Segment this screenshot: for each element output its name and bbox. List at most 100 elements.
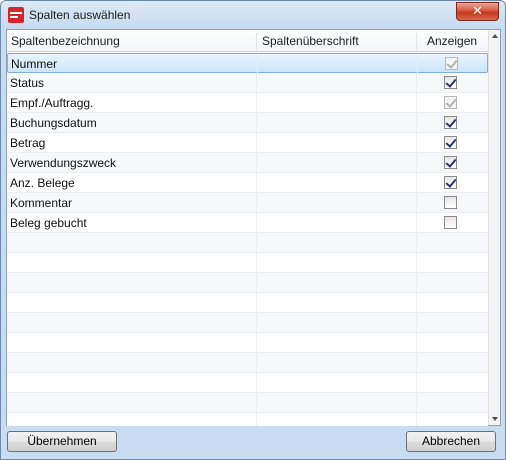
cell-divider — [256, 133, 257, 153]
scroll-down-icon[interactable] — [492, 417, 498, 421]
table-row[interactable]: Anz. Belege — [7, 173, 488, 193]
show-checkbox[interactable] — [444, 136, 457, 149]
column-caption-cell[interactable] — [262, 193, 412, 213]
cell-divider — [416, 413, 417, 426]
cell-divider — [256, 333, 257, 353]
empty-row — [7, 373, 488, 393]
show-checkbox[interactable] — [444, 196, 457, 209]
table-row[interactable]: Buchungsdatum — [7, 113, 488, 133]
column-name-cell: Nummer — [11, 57, 58, 71]
cell-divider — [417, 54, 418, 74]
scroll-up-icon[interactable] — [492, 34, 498, 38]
cell-divider — [256, 253, 257, 273]
table-row[interactable]: Nummer — [7, 53, 488, 74]
show-checkbox[interactable] — [444, 176, 457, 189]
table-row[interactable]: Verwendungszweck — [7, 153, 488, 173]
cell-divider — [416, 313, 417, 333]
cell-divider — [416, 273, 417, 293]
show-checkbox[interactable] — [444, 76, 457, 89]
empty-row — [7, 333, 488, 353]
cell-divider — [256, 93, 257, 113]
cell-divider — [256, 313, 257, 333]
vertical-scrollbar[interactable] — [488, 30, 500, 425]
column-caption-cell[interactable] — [262, 113, 412, 133]
cell-divider — [416, 173, 417, 193]
cell-divider — [256, 273, 257, 293]
show-checkbox — [444, 96, 457, 109]
column-caption-cell[interactable] — [262, 213, 412, 233]
column-caption-cell[interactable] — [262, 173, 412, 193]
cell-divider — [416, 73, 417, 93]
table-row[interactable]: Betrag — [7, 133, 488, 153]
column-divider[interactable] — [416, 33, 417, 50]
cell-divider — [256, 393, 257, 413]
close-icon: ✕ — [472, 4, 483, 19]
empty-row — [7, 273, 488, 293]
table-row[interactable]: Empf./Auftragg. — [7, 93, 488, 113]
empty-row — [7, 393, 488, 413]
empty-row — [7, 413, 488, 426]
table-row[interactable]: Beleg gebucht — [7, 213, 488, 233]
cell-divider — [256, 373, 257, 393]
empty-row — [7, 313, 488, 333]
cell-divider — [416, 93, 417, 113]
column-caption-cell[interactable] — [262, 153, 412, 173]
cell-divider — [256, 213, 257, 233]
column-name-cell: Verwendungszweck — [10, 156, 117, 170]
cell-divider — [416, 233, 417, 253]
cell-divider — [416, 373, 417, 393]
cell-divider — [416, 213, 417, 233]
cell-divider — [256, 193, 257, 213]
show-checkbox[interactable] — [444, 216, 457, 229]
title-bar[interactable]: Spalten auswählen ✕ — [1, 1, 505, 29]
empty-row — [7, 253, 488, 273]
table-header: Spaltenbezeichnung Spaltenüberschrift An… — [7, 30, 488, 52]
dialog-window: Spalten auswählen ✕ Spaltenbezeichnung S… — [0, 0, 506, 460]
column-table: Spaltenbezeichnung Spaltenüberschrift An… — [6, 29, 501, 426]
cell-divider — [256, 113, 257, 133]
empty-row — [7, 353, 488, 373]
cell-divider — [416, 353, 417, 373]
cell-divider — [257, 54, 258, 74]
cell-divider — [256, 293, 257, 313]
column-name-cell: Beleg gebucht — [10, 216, 87, 230]
cell-divider — [416, 113, 417, 133]
close-button[interactable]: ✕ — [456, 2, 499, 21]
column-caption-cell[interactable] — [263, 54, 413, 74]
show-checkbox — [445, 57, 458, 70]
cell-divider — [416, 133, 417, 153]
column-divider[interactable] — [256, 33, 257, 50]
app-logo-icon — [8, 7, 24, 23]
cell-divider — [256, 73, 257, 93]
apply-button[interactable]: Übernehmen — [7, 431, 117, 452]
cell-divider — [416, 393, 417, 413]
window-title: Spalten auswählen — [29, 8, 131, 22]
column-name-cell: Anz. Belege — [10, 176, 75, 190]
column-name-cell: Betrag — [10, 136, 46, 150]
cell-divider — [256, 233, 257, 253]
column-header-name[interactable]: Spaltenbezeichnung — [11, 30, 120, 52]
column-caption-cell[interactable] — [262, 93, 412, 113]
cell-divider — [256, 153, 257, 173]
cell-divider — [256, 413, 257, 426]
show-checkbox[interactable] — [444, 156, 457, 169]
cell-divider — [416, 193, 417, 213]
column-caption-cell[interactable] — [262, 73, 412, 93]
column-name-cell: Empf./Auftragg. — [10, 96, 94, 110]
column-caption-cell[interactable] — [262, 133, 412, 153]
column-name-cell: Kommentar — [10, 196, 73, 210]
cell-divider — [416, 253, 417, 273]
empty-row — [7, 233, 488, 253]
table-row[interactable]: Status — [7, 73, 488, 93]
column-header-caption[interactable]: Spaltenüberschrift — [262, 30, 359, 52]
cell-divider — [416, 293, 417, 313]
column-name-cell: Status — [10, 76, 45, 90]
cell-divider — [256, 173, 257, 193]
column-name-cell: Buchungsdatum — [10, 116, 97, 130]
cancel-button[interactable]: Abbrechen — [406, 431, 496, 452]
column-header-show[interactable]: Anzeigen — [427, 30, 477, 52]
show-checkbox[interactable] — [444, 116, 457, 129]
table-row[interactable]: Kommentar — [7, 193, 488, 213]
table-body: Nummer Status Empf./Auftragg. Buchungsdatum… — [7, 53, 488, 426]
cell-divider — [256, 353, 257, 373]
